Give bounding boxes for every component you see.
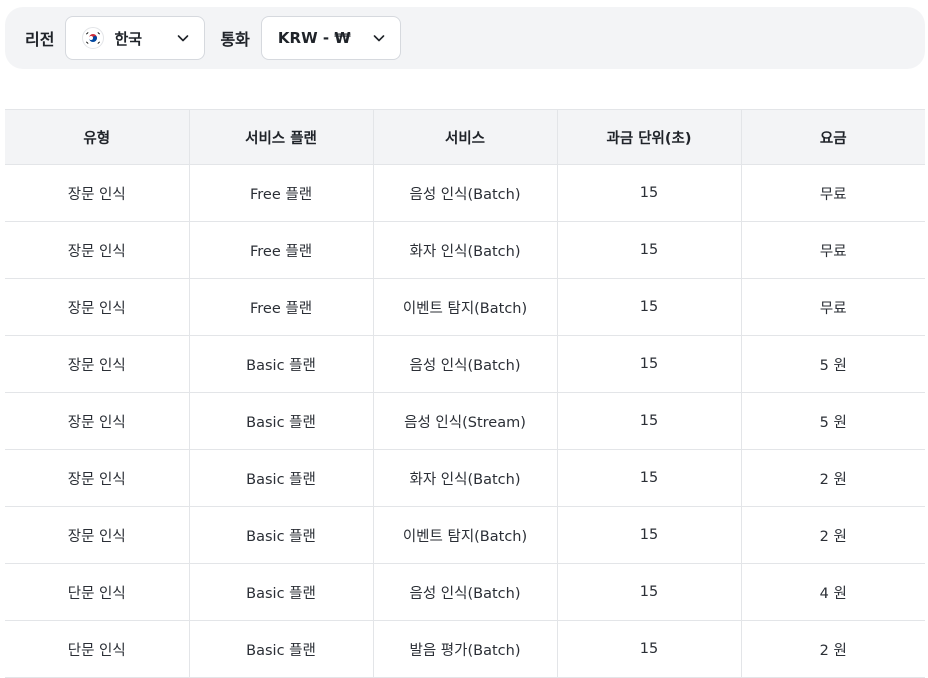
table-row: 장문 인식 Basic 플랜 화자 인식(Batch) 15 2 원 bbox=[5, 449, 925, 507]
cell-service: 음성 인식(Batch) bbox=[372, 335, 557, 393]
cell-type: 장문 인식 bbox=[5, 335, 189, 393]
chevron-down-icon bbox=[176, 31, 190, 45]
currency-value: KRW - ₩ bbox=[277, 29, 351, 47]
table-row: 장문 인식 Basic 플랜 음성 인식(Stream) 15 5 원 bbox=[5, 392, 925, 450]
cell-plan: Basic 플랜 bbox=[188, 620, 373, 678]
cell-type: 장문 인식 bbox=[5, 164, 189, 222]
region-value: 한국 bbox=[114, 29, 143, 48]
table-header: 유형 서비스 플랜 서비스 과금 단위(초) 요금 bbox=[5, 109, 925, 165]
cell-type: 장문 인식 bbox=[5, 449, 189, 507]
table-row: 장문 인식 Basic 플랜 음성 인식(Batch) 15 5 원 bbox=[5, 335, 925, 393]
cell-price: 무료 bbox=[740, 221, 925, 279]
region-select[interactable]: 한국 bbox=[65, 16, 206, 60]
table-header-row: 유형 서비스 플랜 서비스 과금 단위(초) 요금 bbox=[5, 109, 925, 165]
cell-service: 이벤트 탐지(Batch) bbox=[372, 506, 557, 564]
table-row: 장문 인식 Free 플랜 이벤트 탐지(Batch) 15 무료 bbox=[5, 278, 925, 336]
cell-service: 화자 인식(Batch) bbox=[372, 221, 557, 279]
table-row: 단문 인식 Basic 플랜 발음 평가(Batch) 15 2 원 bbox=[5, 620, 925, 678]
cell-plan: Free 플랜 bbox=[188, 164, 373, 222]
cell-service: 음성 인식(Batch) bbox=[372, 563, 557, 621]
pricing-table: 유형 서비스 플랜 서비스 과금 단위(초) 요금 장문 인식 Free 플랜 … bbox=[5, 109, 925, 678]
header-price: 요금 bbox=[740, 109, 925, 165]
cell-billing-unit: 15 bbox=[556, 164, 741, 222]
pricing-table-container: 유형 서비스 플랜 서비스 과금 단위(초) 요금 장문 인식 Free 플랜 … bbox=[5, 109, 925, 678]
chevron-down-icon bbox=[372, 31, 386, 45]
table-row: 장문 인식 Basic 플랜 이벤트 탐지(Batch) 15 2 원 bbox=[5, 506, 925, 564]
cell-service: 화자 인식(Batch) bbox=[372, 449, 557, 507]
cell-service: 발음 평가(Batch) bbox=[372, 620, 557, 678]
cell-type: 단문 인식 bbox=[5, 563, 189, 621]
cell-service: 음성 인식(Batch) bbox=[372, 164, 557, 222]
cell-billing-unit: 15 bbox=[556, 392, 741, 450]
cell-billing-unit: 15 bbox=[556, 278, 741, 336]
cell-price: 2 원 bbox=[740, 620, 925, 678]
cell-plan: Free 플랜 bbox=[188, 221, 373, 279]
cell-price: 5 원 bbox=[740, 335, 925, 393]
cell-plan: Free 플랜 bbox=[188, 278, 373, 336]
table-body: 장문 인식 Free 플랜 음성 인식(Batch) 15 무료 장문 인식 F… bbox=[5, 164, 925, 678]
cell-price: 5 원 bbox=[740, 392, 925, 450]
cell-price: 2 원 bbox=[740, 506, 925, 564]
cell-price: 4 원 bbox=[740, 563, 925, 621]
cell-plan: Basic 플랜 bbox=[188, 392, 373, 450]
cell-price: 무료 bbox=[740, 278, 925, 336]
cell-billing-unit: 15 bbox=[556, 563, 741, 621]
cell-service: 이벤트 탐지(Batch) bbox=[372, 278, 557, 336]
cell-type: 장문 인식 bbox=[5, 392, 189, 450]
cell-type: 장문 인식 bbox=[5, 221, 189, 279]
filter-bar: 리전 한국 통화 KRW - ₩ bbox=[5, 7, 925, 69]
cell-type: 장문 인식 bbox=[5, 506, 189, 564]
table-row: 단문 인식 Basic 플랜 음성 인식(Batch) 15 4 원 bbox=[5, 563, 925, 621]
cell-plan: Basic 플랜 bbox=[188, 506, 373, 564]
cell-service: 음성 인식(Stream) bbox=[372, 392, 557, 450]
currency-select[interactable]: KRW - ₩ bbox=[260, 16, 401, 60]
cell-price: 무료 bbox=[740, 164, 925, 222]
table-row: 장문 인식 Free 플랜 화자 인식(Batch) 15 무료 bbox=[5, 221, 925, 279]
cell-plan: Basic 플랜 bbox=[188, 449, 373, 507]
currency-label: 통화 bbox=[220, 30, 250, 49]
cell-price: 2 원 bbox=[740, 449, 925, 507]
cell-billing-unit: 15 bbox=[556, 221, 741, 279]
cell-type: 장문 인식 bbox=[5, 278, 189, 336]
korea-flag-icon bbox=[82, 27, 105, 49]
cell-plan: Basic 플랜 bbox=[188, 563, 373, 621]
header-billing-unit: 과금 단위(초) bbox=[556, 109, 741, 165]
cell-type: 단문 인식 bbox=[5, 620, 189, 678]
cell-plan: Basic 플랜 bbox=[188, 335, 373, 393]
header-service: 서비스 bbox=[372, 109, 557, 165]
cell-billing-unit: 15 bbox=[556, 620, 741, 678]
header-plan: 서비스 플랜 bbox=[188, 109, 373, 165]
cell-billing-unit: 15 bbox=[556, 335, 741, 393]
cell-billing-unit: 15 bbox=[556, 506, 741, 564]
header-type: 유형 bbox=[5, 109, 189, 165]
table-row: 장문 인식 Free 플랜 음성 인식(Batch) 15 무료 bbox=[5, 164, 925, 222]
region-label: 리전 bbox=[25, 30, 55, 49]
cell-billing-unit: 15 bbox=[556, 449, 741, 507]
